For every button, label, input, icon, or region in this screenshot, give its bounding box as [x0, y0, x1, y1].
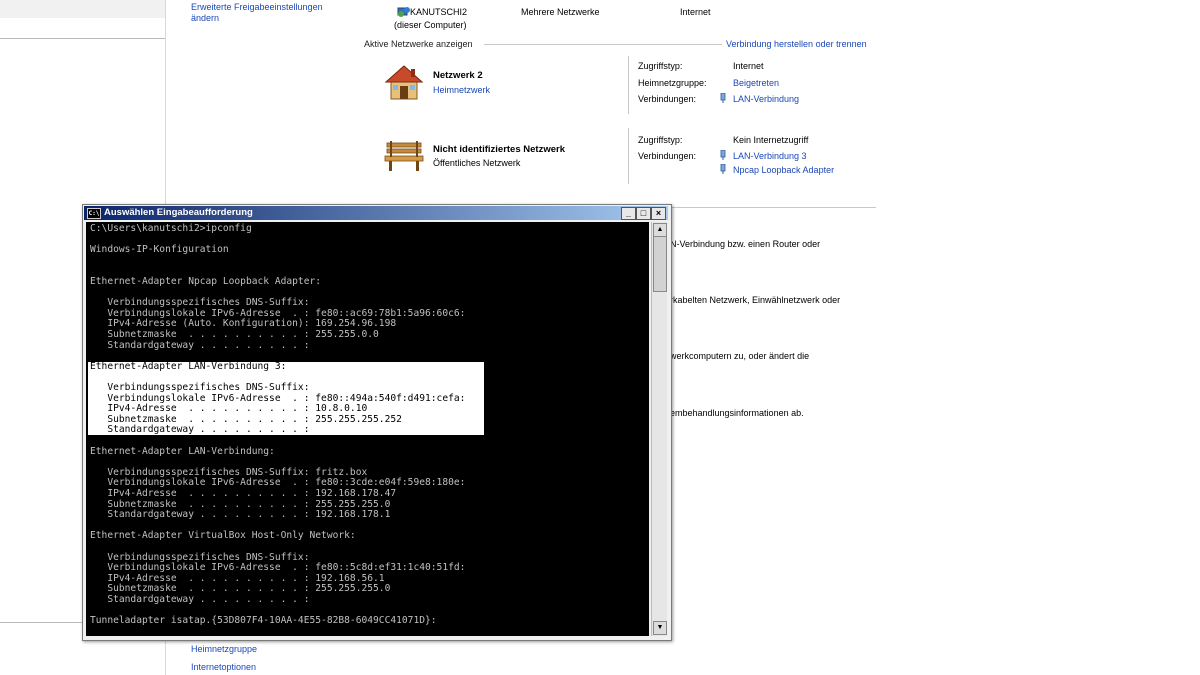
network1-homegroup-label: Heimnetzgruppe: — [638, 78, 707, 88]
advanced-sharing-link[interactable]: Erweiterte Freigabeeinstellungen ändern — [191, 2, 351, 24]
console-line: Standardgateway . . . . . . . . . : — [90, 339, 310, 351]
npcap-adapter-icon — [720, 163, 726, 174]
lan-connection-icon — [720, 92, 726, 103]
console-line: Verbindungslokale IPv6-Adresse . : fe80:… — [90, 307, 466, 319]
network1-connection-link[interactable]: LAN-Verbindung — [733, 94, 799, 104]
task-text-1: N-Verbindung bzw. einen Router oder — [670, 239, 821, 249]
console-line: Windows-IP-Konfiguration — [90, 244, 229, 256]
cmd-scrollbar[interactable]: ▲ ▼ — [651, 222, 667, 636]
console-line: Subnetzmaske . . . . . . . . . . : 255.2… — [90, 413, 402, 425]
task-text-2: rkabelten Netzwerk, Einwählnetzwerk oder — [670, 295, 841, 305]
console-line: IPv4-Adresse (Auto. Konfiguration): 169.… — [90, 318, 397, 330]
computer-name: KANUTSCHI2 — [410, 7, 468, 17]
network1-name: Netzwerk 2 — [433, 70, 483, 81]
scroll-thumb[interactable] — [653, 236, 667, 292]
console-line: IPv4-Adresse . . . . . . . . . . : 192.1… — [90, 572, 385, 584]
cmd-window-title: Auswählen Eingabeaufforderung — [104, 207, 253, 218]
left-top-strip — [0, 0, 165, 18]
homegroup-link[interactable]: Heimnetzgruppe — [191, 644, 257, 654]
network1-divider — [628, 56, 629, 114]
task-text-3: werkcomputern zu, oder ändert die — [670, 351, 810, 361]
active-networks-heading: Aktive Netzwerke anzeigen — [364, 39, 473, 49]
public-network-icon — [383, 137, 425, 173]
network2-name: Nicht identifiziertes Netzwerk — [433, 144, 565, 155]
console-line: Subnetzmaske . . . . . . . . . . : 255.2… — [90, 583, 391, 595]
network2-connection-link-2[interactable]: Npcap Loopback Adapter — [733, 165, 834, 175]
console-line: Ethernet-Adapter VirtualBox Host-Only Ne… — [90, 530, 356, 542]
console-line: Tunneladapter isatap.{53D807F4-10AA-4E55… — [90, 615, 437, 627]
console-line: Ethernet-Adapter Npcap Loopback Adapter: — [90, 276, 322, 287]
console-line: Ethernet-Adapter LAN-Verbindung 3: — [90, 360, 287, 372]
network2-connections-label: Verbindungen: — [638, 151, 697, 161]
lan-connection-3-icon — [720, 149, 726, 160]
console-line: Verbindungslokale IPv6-Adresse . : fe80:… — [90, 392, 466, 404]
home-network-icon — [383, 64, 425, 102]
internet-options-link[interactable]: Internetoptionen — [191, 662, 256, 672]
console-line: Verbindungsspezifisches DNS-Suffix: — [90, 382, 310, 393]
network2-divider — [628, 128, 629, 184]
computer-subtitle: (dieser Computer) — [394, 20, 467, 30]
command-prompt-window[interactable]: C:\ Auswählen Eingabeaufforderung _ □ × … — [82, 204, 672, 641]
tasks-divider — [670, 207, 876, 208]
minimize-button[interactable]: _ — [621, 207, 636, 220]
cmd-window-icon: C:\ — [87, 208, 101, 219]
console-line: Verbindungslokale IPv6-Adresse . : fe80:… — [90, 562, 466, 574]
cmd-titlebar[interactable]: C:\ Auswählen Eingabeaufforderung _ □ × — [84, 206, 668, 220]
network2-access-value: Kein Internetzugriff — [733, 135, 809, 145]
multiple-networks-label: Mehrere Netzwerke — [521, 7, 600, 17]
console-line: Standardgateway . . . . . . . . . : — [90, 424, 310, 436]
maximize-button[interactable]: □ — [636, 207, 651, 220]
connect-disconnect-link[interactable]: Verbindung herstellen oder trennen — [726, 39, 867, 49]
console-line: C:\Users\kanutschi2>ipconfig — [90, 223, 252, 234]
network1-type-link[interactable]: Heimnetzwerk — [433, 85, 490, 95]
internet-label: Internet — [680, 7, 711, 17]
console-line: Ethernet-Adapter LAN-Verbindung: — [90, 445, 275, 457]
console-line: Standardgateway . . . . . . . . . : — [90, 594, 310, 605]
console-line: Subnetzmaske . . . . . . . . . . : 255.2… — [90, 329, 379, 340]
network2-type: Öffentliches Netzwerk — [433, 158, 521, 168]
console-line: IPv4-Adresse . . . . . . . . . . : 10.8.… — [90, 403, 368, 415]
network1-access-label: Zugriffstyp: — [638, 61, 683, 71]
console-line: IPv4-Adresse . . . . . . . . . . : 192.1… — [90, 488, 397, 499]
close-button[interactable]: × — [651, 207, 666, 220]
network1-homegroup-link[interactable]: Beigetreten — [733, 78, 779, 88]
task-text-4: embehandlungsinformationen ab. — [670, 408, 804, 418]
console-line: Standardgateway . . . . . . . . . : 192.… — [90, 509, 391, 521]
console-line: Subnetzmaske . . . . . . . . . . : 255.2… — [90, 498, 391, 510]
network1-access-value: Internet — [733, 61, 764, 71]
scroll-down-arrow[interactable]: ▼ — [653, 621, 667, 635]
console-line: Verbindungsspezifisches DNS-Suffix: frit… — [90, 466, 368, 478]
cmd-console-output[interactable]: C:\Users\kanutschi2>ipconfig Windows-IP-K… — [86, 222, 649, 636]
console-line: Verbindungslokale IPv6-Adresse . : fe80:… — [90, 477, 466, 489]
network2-access-label: Zugriffstyp: — [638, 135, 683, 145]
left-separator-top — [0, 38, 165, 39]
console-line: Verbindungsspezifisches DNS-Suffix: — [90, 297, 310, 309]
computer-icon — [397, 5, 411, 18]
scroll-up-arrow[interactable]: ▲ — [653, 223, 667, 237]
network1-connections-label: Verbindungen: — [638, 94, 697, 104]
network2-connection-link-1[interactable]: LAN-Verbindung 3 — [733, 151, 807, 161]
heading-divider — [484, 44, 722, 45]
console-line: Verbindungsspezifisches DNS-Suffix: — [90, 551, 310, 563]
